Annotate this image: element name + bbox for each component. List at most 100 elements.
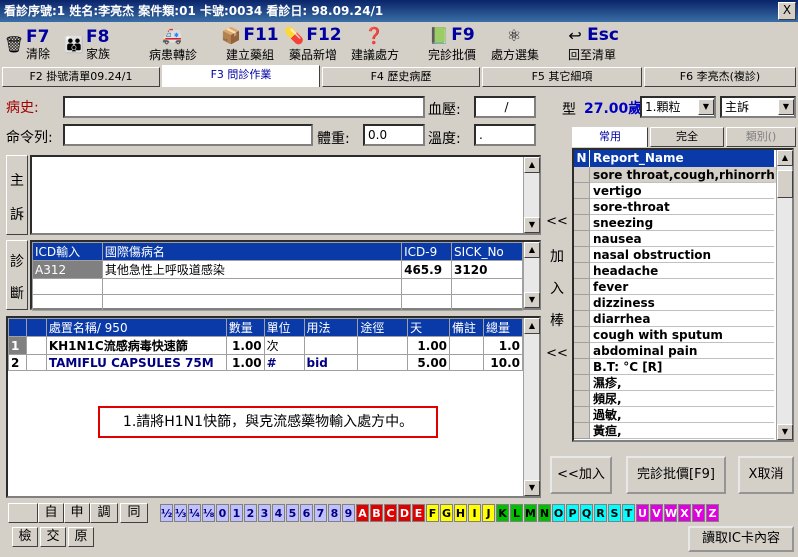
original-button[interactable]: 原	[68, 527, 94, 547]
family-button[interactable]: 👪 F8 家族	[64, 24, 124, 64]
close-button[interactable]: X	[778, 2, 796, 20]
list-item[interactable]: nasal obstruction	[574, 247, 792, 263]
tab-history[interactable]: F4 歷史病歷	[322, 67, 480, 87]
tab-other[interactable]: F5 其它細項	[482, 67, 642, 87]
chevron-down-icon[interactable]: ▼	[698, 99, 714, 115]
list-item[interactable]: B.T: °C [R]	[574, 359, 792, 375]
total-cell[interactable]: 10.0	[482, 354, 524, 371]
weight-input[interactable]: 0.0	[363, 124, 425, 146]
temp-input[interactable]: .	[474, 124, 536, 146]
letter-key[interactable]: I	[468, 504, 481, 522]
list-item[interactable]: sneezing	[574, 215, 792, 231]
tab-category[interactable]: 類別()	[726, 127, 796, 147]
digit-key[interactable]: 5	[286, 504, 299, 522]
table-row[interactable]	[32, 294, 523, 311]
history-input[interactable]	[63, 96, 425, 118]
list-item[interactable]: nausea	[574, 231, 792, 247]
letter-key[interactable]: A	[356, 504, 369, 522]
item-name-cell[interactable]: KH1N1C流感病毒快速篩	[45, 336, 227, 355]
list-item[interactable]: vertigo	[574, 183, 792, 199]
complaint-select[interactable]: 主訴 ▼	[720, 96, 796, 118]
letter-key[interactable]: W	[664, 504, 677, 522]
letter-key[interactable]: Q	[580, 504, 593, 522]
note-cell[interactable]	[449, 354, 484, 371]
route-cell[interactable]	[357, 354, 409, 371]
check-button[interactable]: 檢	[12, 527, 38, 547]
report-scrollbar[interactable]: ▲ ▼	[776, 150, 793, 440]
exchange-button[interactable]: 交	[40, 527, 66, 547]
tab-registration[interactable]: F2 掛號清單09.24/1	[2, 67, 160, 87]
letter-key[interactable]: M	[524, 504, 537, 522]
cancel-button[interactable]: X取消	[738, 456, 794, 494]
scroll-down-icon[interactable]: ▼	[524, 480, 540, 496]
list-item[interactable]: sore-throat	[574, 199, 792, 215]
letter-key[interactable]: H	[454, 504, 467, 522]
referral-button[interactable]: 🚑 病患轉診	[142, 24, 204, 64]
digit-key[interactable]: 4	[272, 504, 285, 522]
scroll-thumb[interactable]	[777, 170, 793, 198]
letter-key[interactable]: N	[538, 504, 551, 522]
prescription-scrollbar[interactable]: ▲ ▼	[523, 318, 540, 496]
letter-key[interactable]: X	[678, 504, 691, 522]
letter-key[interactable]: T	[622, 504, 635, 522]
apply-button[interactable]: 申	[64, 503, 90, 523]
table-row[interactable]: A312 其他急性上呼吸道感染 465.9 3120	[32, 260, 523, 279]
usage-cell[interactable]: bid	[303, 354, 359, 371]
read-ic-card-button[interactable]: 讀取IC卡內容	[688, 526, 794, 552]
letter-key[interactable]: V	[650, 504, 663, 522]
row-number-cell[interactable]: 2	[8, 354, 27, 371]
note-cell[interactable]	[449, 336, 484, 355]
letter-key[interactable]: U	[636, 504, 649, 522]
quantity-cell[interactable]: 1.00	[225, 354, 265, 371]
list-item[interactable]: diarrhea	[574, 311, 792, 327]
digit-key[interactable]: 9	[342, 504, 355, 522]
list-item[interactable]: 頻尿,	[574, 391, 792, 407]
tab-complete[interactable]: 完全	[650, 127, 724, 147]
digit-key[interactable]: 8	[328, 504, 341, 522]
checkout-button[interactable]: 完診批價[F9]	[626, 456, 726, 494]
sick-no-cell[interactable]	[451, 278, 523, 295]
list-item[interactable]: headache	[574, 263, 792, 279]
suggest-button[interactable]: ❓ 建議處方	[345, 24, 405, 64]
letter-key[interactable]: O	[552, 504, 565, 522]
sick-no-cell[interactable]	[451, 294, 523, 311]
complaint-textarea[interactable]: ▲ ▼	[30, 155, 541, 235]
list-item[interactable]: fever	[574, 279, 792, 295]
dose-select[interactable]: 1.顆粒 ▼	[640, 96, 716, 118]
row-number-cell[interactable]: 1	[8, 336, 27, 355]
unit-cell[interactable]: #	[263, 354, 305, 371]
item-name-cell[interactable]: TAMIFLU CAPSULES 75M	[45, 354, 227, 371]
command-input[interactable]	[63, 124, 313, 146]
prescription-set-button[interactable]: ⚛ 處方選集	[485, 24, 545, 64]
list-item[interactable]: 黃疸,	[574, 423, 792, 439]
unit-cell[interactable]: 次	[263, 336, 305, 355]
tab-consultation[interactable]: F3 問診作業	[162, 65, 320, 87]
icd-code-cell[interactable]: A312	[32, 260, 103, 279]
row-marker-cell[interactable]	[25, 354, 47, 371]
fraction-key[interactable]: ½	[160, 504, 173, 522]
diagnosis-scrollbar[interactable]: ▲ ▼	[523, 242, 540, 308]
add-vertical-bar[interactable]: << 加 入 棒 <<	[546, 124, 568, 454]
fraction-key[interactable]: ⅓	[174, 504, 187, 522]
letter-key[interactable]: E	[412, 504, 425, 522]
quantity-cell[interactable]: 1.00	[225, 336, 265, 355]
icd9-cell[interactable]	[401, 294, 453, 311]
list-item[interactable]: 過敏,	[574, 407, 792, 423]
scroll-up-icon[interactable]: ▲	[524, 318, 540, 334]
letter-key[interactable]: P	[566, 504, 579, 522]
disease-name-cell[interactable]: 其他急性上呼吸道感染	[101, 260, 403, 279]
total-cell[interactable]: 1.0	[482, 336, 524, 355]
letter-key[interactable]: S	[608, 504, 621, 522]
scroll-down-icon[interactable]: ▼	[777, 424, 793, 440]
letter-key[interactable]: Z	[706, 504, 719, 522]
letter-key[interactable]: Y	[692, 504, 705, 522]
chevron-down-icon[interactable]: ▼	[778, 99, 794, 115]
letter-key[interactable]: B	[370, 504, 383, 522]
digit-key[interactable]: 6	[300, 504, 313, 522]
fraction-key[interactable]: ⅛	[202, 504, 215, 522]
icd-code-cell[interactable]	[32, 294, 103, 311]
tab-common[interactable]: 常用	[572, 127, 648, 147]
list-item[interactable]: 濕疹,	[574, 375, 792, 391]
add-drug-button[interactable]: 💊 F12 藥品新增	[283, 24, 343, 64]
sick-no-cell[interactable]: 3120	[451, 260, 523, 279]
